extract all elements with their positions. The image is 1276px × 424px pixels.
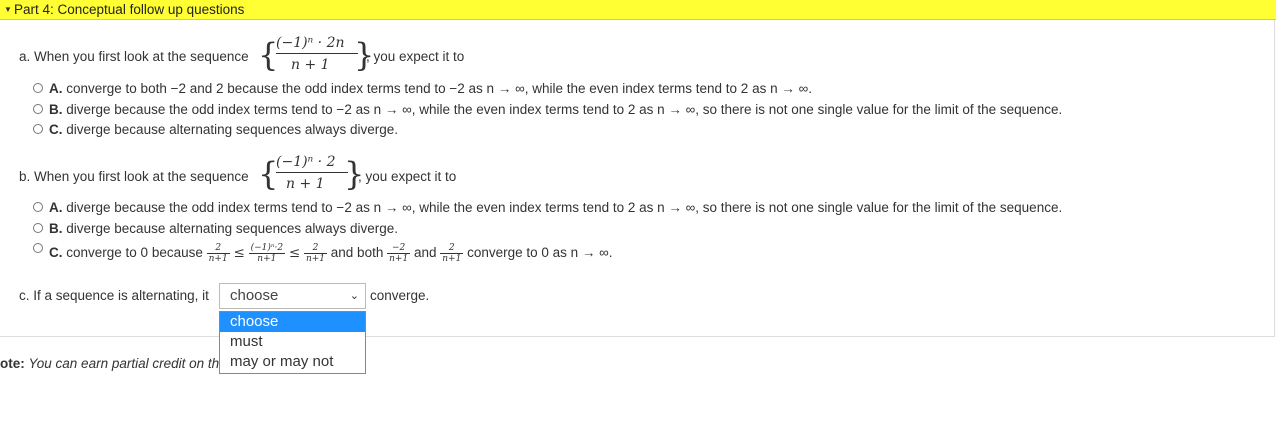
option-text: converge to both −2 and 2 because the od… — [66, 81, 812, 96]
part-b-option-c[interactable]: C. converge to 0 because 2 n+1 ≤ (−1)ⁿ·2 n… — [49, 238, 613, 268]
part-a-option-c-radio[interactable] — [33, 124, 43, 134]
part-a-option-a-radio[interactable] — [33, 83, 43, 93]
part-b-option-a[interactable]: A. diverge because the odd index terms t… — [49, 200, 1062, 215]
chevron-down-icon: ⌄ — [349, 290, 359, 302]
option-letter: C. — [49, 245, 63, 260]
option-text: and both — [330, 245, 384, 260]
part-a-option-b-radio[interactable] — [33, 104, 43, 114]
part-a-prompt: a. When you first look at the sequence — [19, 49, 249, 64]
note-text: ote: You can earn partial credit on th — [0, 356, 219, 371]
part-a-seq-numerator: (−1)ⁿ · 2n — [276, 35, 345, 51]
fraction-bar — [276, 172, 348, 173]
option-text: and — [413, 245, 437, 260]
part-b-seq-numerator: (−1)ⁿ · 2 — [276, 154, 336, 170]
part-a-option-a[interactable]: A. converge to both −2 and 2 because the… — [49, 81, 812, 96]
part-c-prompt: c. If a sequence is alternating, it — [19, 288, 209, 303]
part-c-dropdown-list[interactable]: choose must may or may not — [219, 311, 366, 374]
part-c-suffix: converge. — [370, 288, 430, 303]
part-b-option-b[interactable]: B. diverge because alternating sequences… — [49, 221, 398, 236]
fraction: 2 n+1 — [206, 242, 230, 264]
part-a-option-b[interactable]: B. diverge because the odd index terms t… — [49, 102, 1062, 117]
option-text: converge to 0 because — [66, 245, 203, 260]
select-value: choose — [230, 287, 279, 304]
dropdown-option-choose[interactable]: choose — [220, 312, 365, 332]
fraction: −2 n+1 — [387, 242, 411, 264]
fraction: 2 n+1 — [303, 242, 328, 264]
option-letter: B. — [49, 221, 63, 236]
option-letter: C. — [49, 122, 63, 137]
part-a-seq-denominator: n + 1 — [291, 57, 330, 73]
section-header[interactable]: ▼ Part 4: Conceptual follow up questions — [0, 0, 1276, 20]
collapse-triangle-icon[interactable]: ▼ — [4, 0, 12, 19]
part-b-option-b-radio[interactable] — [33, 223, 43, 233]
option-letter: A. — [49, 81, 63, 96]
option-text: converge to 0 as n → ∞. — [467, 245, 613, 260]
option-letter: A. — [49, 200, 63, 215]
fraction: (−1)ⁿ·2 n+1 — [248, 242, 286, 264]
part-b-suffix: , you expect it to — [358, 169, 457, 184]
dropdown-option-must[interactable]: must — [220, 332, 365, 352]
part-a-option-c[interactable]: C. diverge because alternating sequences… — [49, 122, 398, 137]
fraction: 2 n+1 — [440, 242, 464, 264]
option-text: diverge because the odd index terms tend… — [66, 200, 1063, 215]
part-b-prompt: b. When you first look at the sequence — [19, 169, 249, 184]
part-a-suffix: , you expect it to — [366, 49, 465, 64]
option-text: diverge because the odd index terms tend… — [66, 102, 1063, 117]
part-b-option-a-radio[interactable] — [33, 202, 43, 212]
part-b-option-c-radio[interactable] — [33, 243, 43, 253]
fraction-bar — [276, 53, 358, 54]
part-b-seq-denominator: n + 1 — [286, 176, 325, 192]
part-c-select[interactable]: choose ⌄ — [219, 283, 366, 309]
option-text: diverge because alternating sequences al… — [66, 122, 398, 137]
option-letter: B. — [49, 102, 63, 117]
section-title: Part 4: Conceptual follow up questions — [14, 2, 245, 17]
dropdown-option-may-or-may-not[interactable]: may or may not — [220, 352, 365, 372]
option-text: diverge because alternating sequences al… — [66, 221, 398, 236]
